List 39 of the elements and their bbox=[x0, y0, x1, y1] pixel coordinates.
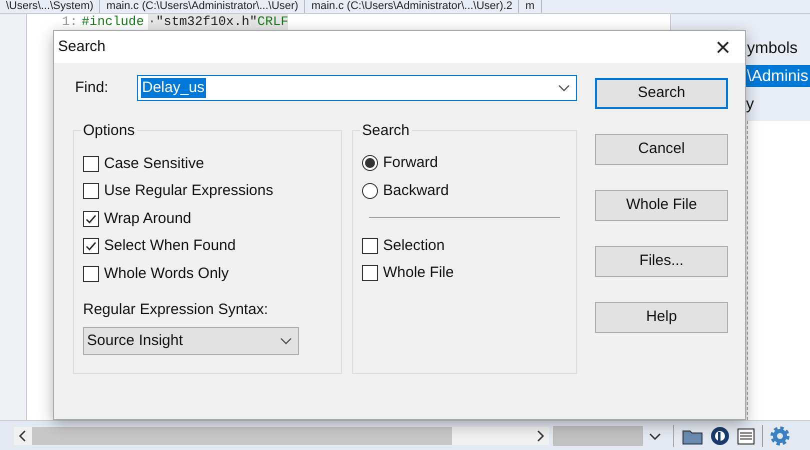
checkbox[interactable]: Use Regular Expressions bbox=[83, 178, 332, 205]
document-icon[interactable] bbox=[736, 426, 756, 446]
radio-button[interactable]: Forward bbox=[362, 149, 567, 177]
panel-header: ymbols bbox=[747, 39, 799, 59]
project-icon[interactable] bbox=[710, 426, 730, 446]
dialog-button[interactable]: Whole File bbox=[595, 190, 728, 221]
dropdown-icon[interactable] bbox=[649, 430, 661, 440]
checkbox[interactable]: Wrap Around bbox=[83, 205, 332, 232]
syntax-dropdown[interactable]: Source Insight bbox=[83, 327, 299, 355]
code-string: "stm32f10x.h" bbox=[156, 14, 258, 30]
line-number: 1: bbox=[62, 14, 78, 30]
check-icon bbox=[85, 212, 97, 225]
find-field[interactable]: Delay_us bbox=[137, 75, 577, 101]
file-path[interactable]: \Adminis bbox=[745, 65, 810, 87]
checkbox[interactable]: Whole Words Only bbox=[83, 260, 332, 288]
dropdown-icon bbox=[280, 337, 292, 345]
line-ending: CRLF bbox=[257, 14, 288, 30]
dialog-button[interactable]: Files... bbox=[595, 246, 728, 277]
dialog-title: Search bbox=[58, 36, 106, 57]
space-mark: · bbox=[148, 14, 156, 30]
find-label: Find: bbox=[75, 78, 110, 98]
checkbox[interactable]: Whole File bbox=[362, 260, 567, 287]
code-keyword: #include bbox=[82, 14, 144, 30]
default-button[interactable]: Search bbox=[595, 78, 728, 109]
scroll-left-icon[interactable] bbox=[18, 430, 28, 442]
settings-icon[interactable] bbox=[769, 424, 791, 446]
scroll-right-icon[interactable] bbox=[535, 430, 545, 442]
radio-button[interactable]: Backward bbox=[362, 177, 567, 205]
horizontal-scrollbar[interactable] bbox=[14, 426, 549, 444]
scroll-thumb[interactable] bbox=[553, 426, 643, 446]
check-icon bbox=[85, 240, 97, 252]
dialog-button[interactable]: Help bbox=[595, 302, 728, 333]
syntax-label: Regular Expression Syntax: bbox=[83, 300, 270, 320]
checkbox[interactable]: Select When Found bbox=[83, 232, 332, 260]
checkbox[interactable]: Selection bbox=[362, 232, 567, 260]
close-button[interactable]: × bbox=[701, 31, 745, 63]
checkbox[interactable]: Case Sensitive bbox=[83, 150, 332, 178]
dialog-button[interactable]: Cancel bbox=[595, 134, 728, 165]
dropdown-icon[interactable] bbox=[558, 84, 570, 92]
